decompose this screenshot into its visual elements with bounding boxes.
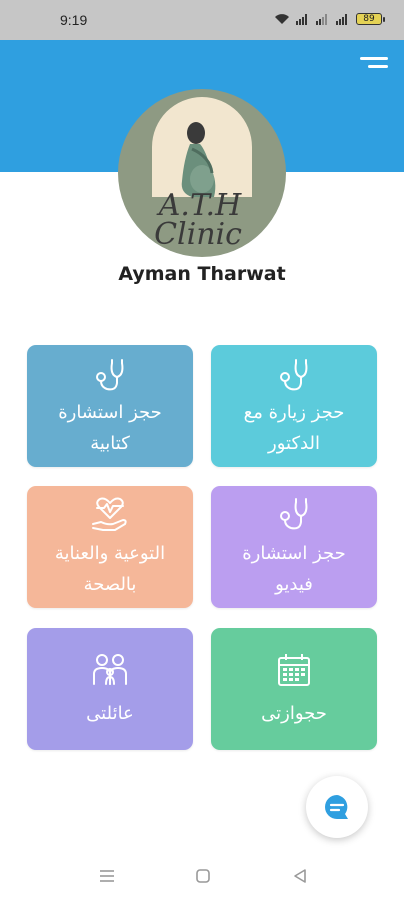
card-label-line2: بالصحة <box>83 574 137 595</box>
stethoscope-icon <box>280 498 308 530</box>
status-bar: 9:19 89 <box>0 0 404 40</box>
chat-icon <box>325 795 348 819</box>
home-icon[interactable] <box>193 866 213 886</box>
card-label-line1: عائلتى <box>86 703 134 724</box>
card-health-awareness[interactable]: التوعية والعناية بالصحة <box>27 486 193 608</box>
card-label-line1: حجز استشارة <box>242 543 346 564</box>
card-label-line1: حجز استشارة <box>58 402 162 423</box>
card-book-doctor-visit[interactable]: حجز زيارة مع الدكتور <box>211 345 377 467</box>
card-label-line2: الدكتور <box>268 433 320 454</box>
card-written-consultation[interactable]: حجز استشارة كتابية <box>27 345 193 467</box>
card-video-consultation[interactable]: حجز استشارة فيديو <box>211 486 377 608</box>
stethoscope-icon <box>280 359 308 391</box>
signal-icon-2 <box>316 14 327 25</box>
logo-text-clinic: Clinic <box>154 217 242 252</box>
card-label-line1: حجز زيارة مع <box>243 402 345 423</box>
card-label-line1: حجوازتى <box>261 703 327 724</box>
calendar-icon <box>278 654 310 686</box>
signal-icon <box>296 14 307 25</box>
chat-fab-button[interactable] <box>306 776 368 838</box>
battery-icon: 89 <box>356 13 385 25</box>
stethoscope-icon <box>96 359 124 391</box>
card-label-line2: كتابية <box>90 433 130 454</box>
clinic-logo-avatar: A.T.H Clinic <box>118 89 286 257</box>
card-label-line2: فيديو <box>275 574 313 595</box>
card-my-bookings[interactable]: حجوازتى <box>211 628 377 750</box>
family-icon <box>93 654 127 685</box>
recent-apps-icon[interactable] <box>97 866 117 886</box>
system-nav-bar <box>0 850 404 900</box>
signal-icon-3 <box>336 14 347 25</box>
back-icon[interactable] <box>290 866 310 886</box>
status-time: 9:19 <box>60 12 88 28</box>
wifi-icon <box>275 14 289 24</box>
heart-care-icon <box>92 497 127 531</box>
profile-name: Ayman Tharwat <box>118 263 286 285</box>
battery-level: 89 <box>363 14 375 24</box>
hamburger-menu-icon[interactable] <box>358 54 388 76</box>
pregnant-woman-illustration: A.T.H Clinic <box>152 97 252 252</box>
card-label-line1: التوعية والعناية <box>54 543 166 564</box>
status-icons: 89 <box>274 13 385 25</box>
card-my-family[interactable]: عائلتى <box>27 628 193 750</box>
